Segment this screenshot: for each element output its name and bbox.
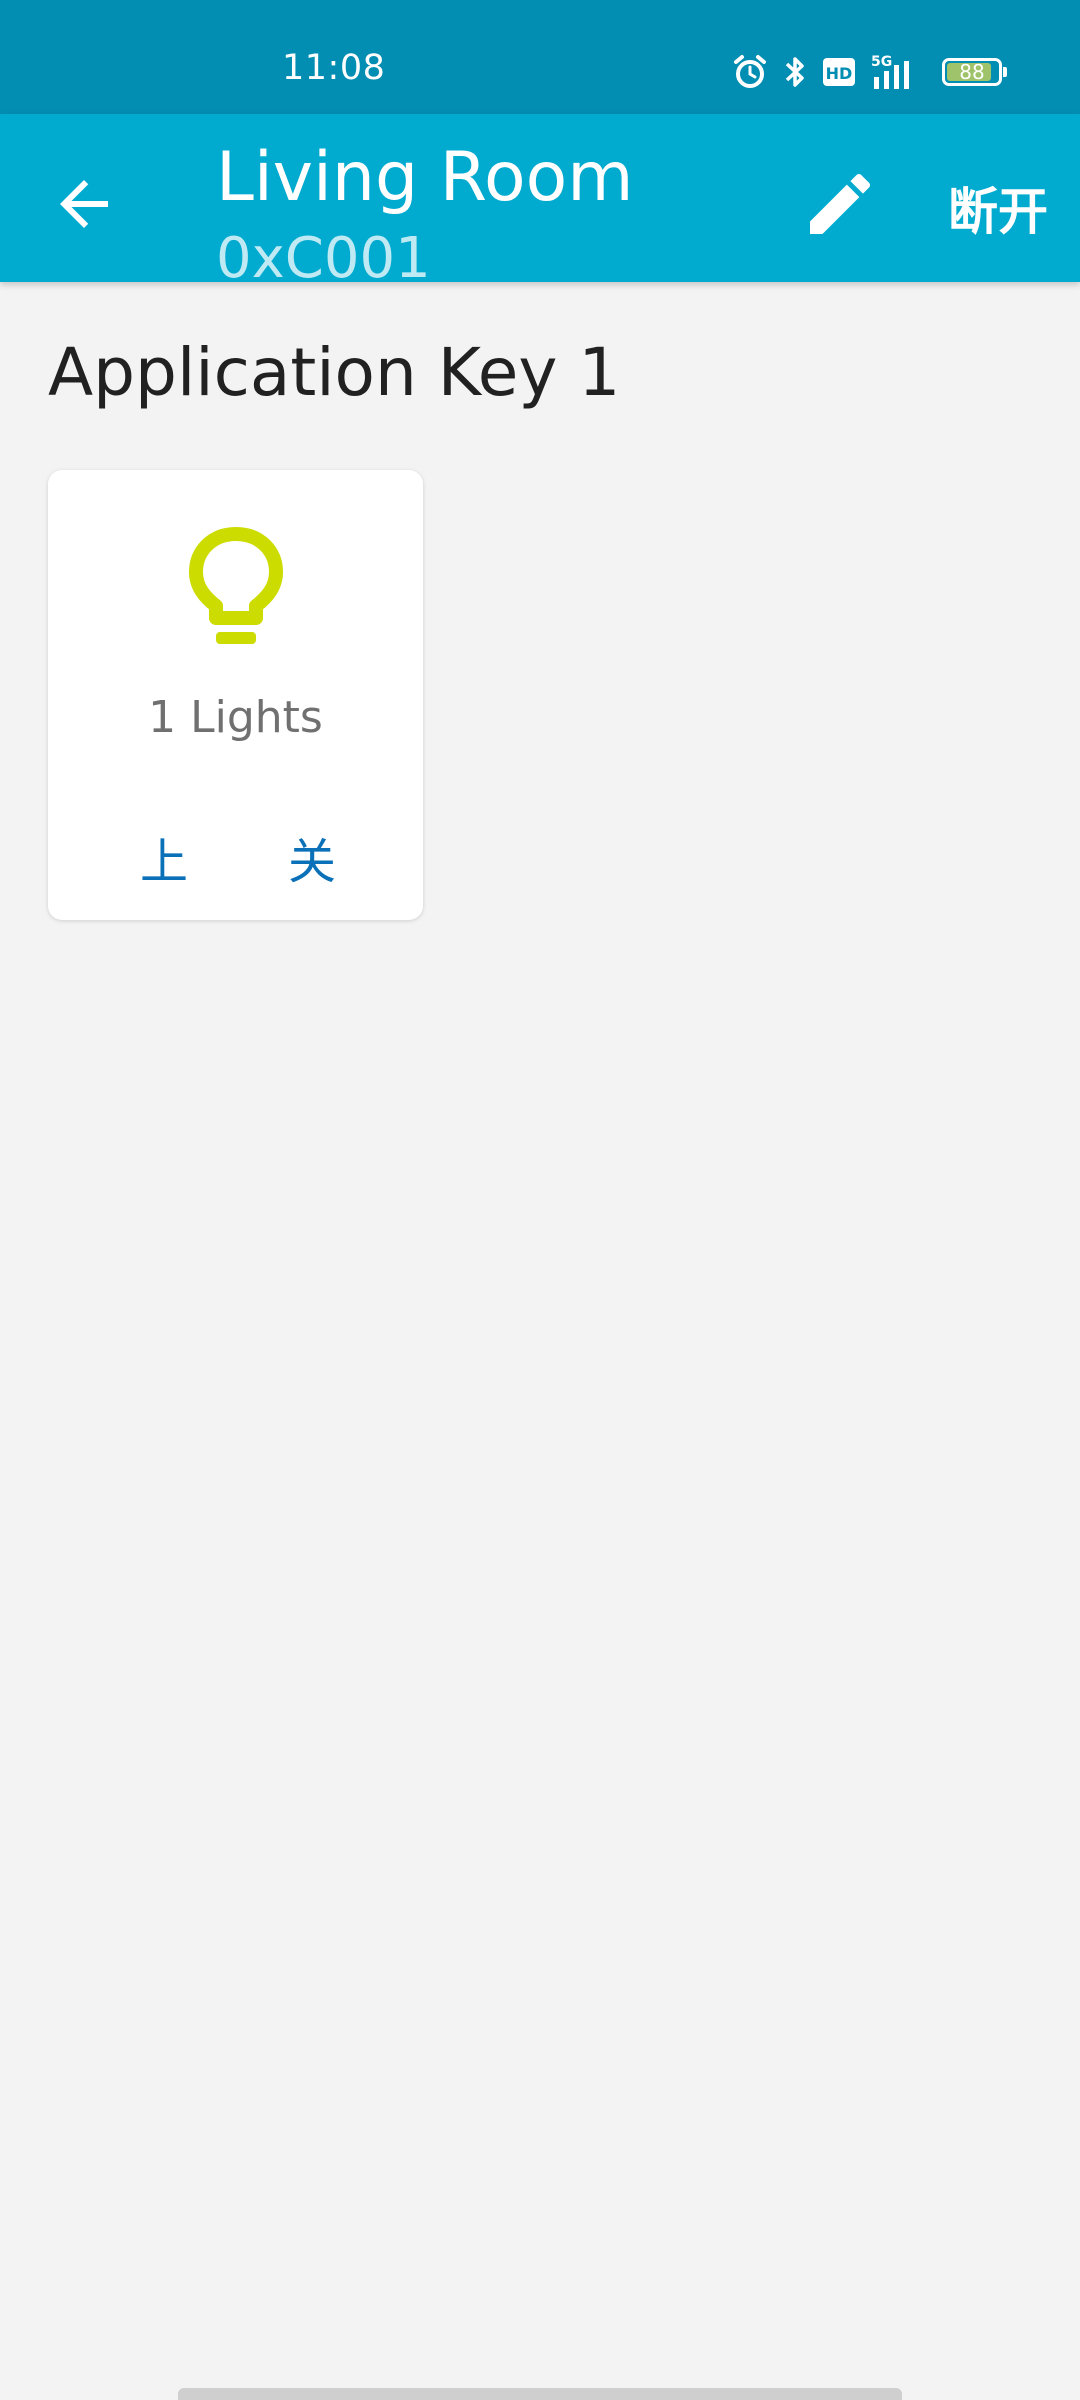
app-bar: Living Room 0xC001 断开 — [0, 114, 1080, 282]
card-actions: 上 关 — [48, 822, 423, 902]
status-icons: HD 5G 88 — [732, 52, 1007, 92]
navigation-handle[interactable] — [178, 2388, 902, 2400]
hd-label: HD — [826, 64, 853, 83]
battery-level: 88 — [959, 60, 985, 84]
disconnect-button[interactable]: 断开 — [948, 172, 1048, 244]
arrow-back-icon — [60, 180, 108, 228]
status-time: 11:08 — [282, 48, 386, 88]
group-card[interactable]: 1 Lights 上 关 — [48, 470, 423, 920]
pencil-icon — [810, 173, 871, 234]
status-bar: 11:08 HD 5G 88 — [0, 0, 1080, 114]
bluetooth-icon — [782, 54, 808, 90]
edit-button[interactable] — [800, 164, 880, 244]
signal-icon: 5G — [870, 53, 928, 91]
section-title: Application Key 1 — [48, 334, 621, 411]
card-label: 1 Lights — [148, 692, 323, 743]
off-button[interactable]: 关 — [288, 822, 336, 902]
on-button[interactable]: 上 — [140, 822, 188, 892]
network-label: 5G — [871, 54, 892, 70]
alarm-icon — [732, 54, 768, 90]
page-title: Living Room — [216, 138, 634, 217]
page-subtitle: 0xC001 — [216, 226, 431, 282]
hd-icon: HD — [822, 57, 856, 87]
battery-icon: 88 — [942, 58, 1007, 86]
back-button[interactable] — [48, 168, 120, 240]
lightbulb-icon — [184, 526, 288, 646]
